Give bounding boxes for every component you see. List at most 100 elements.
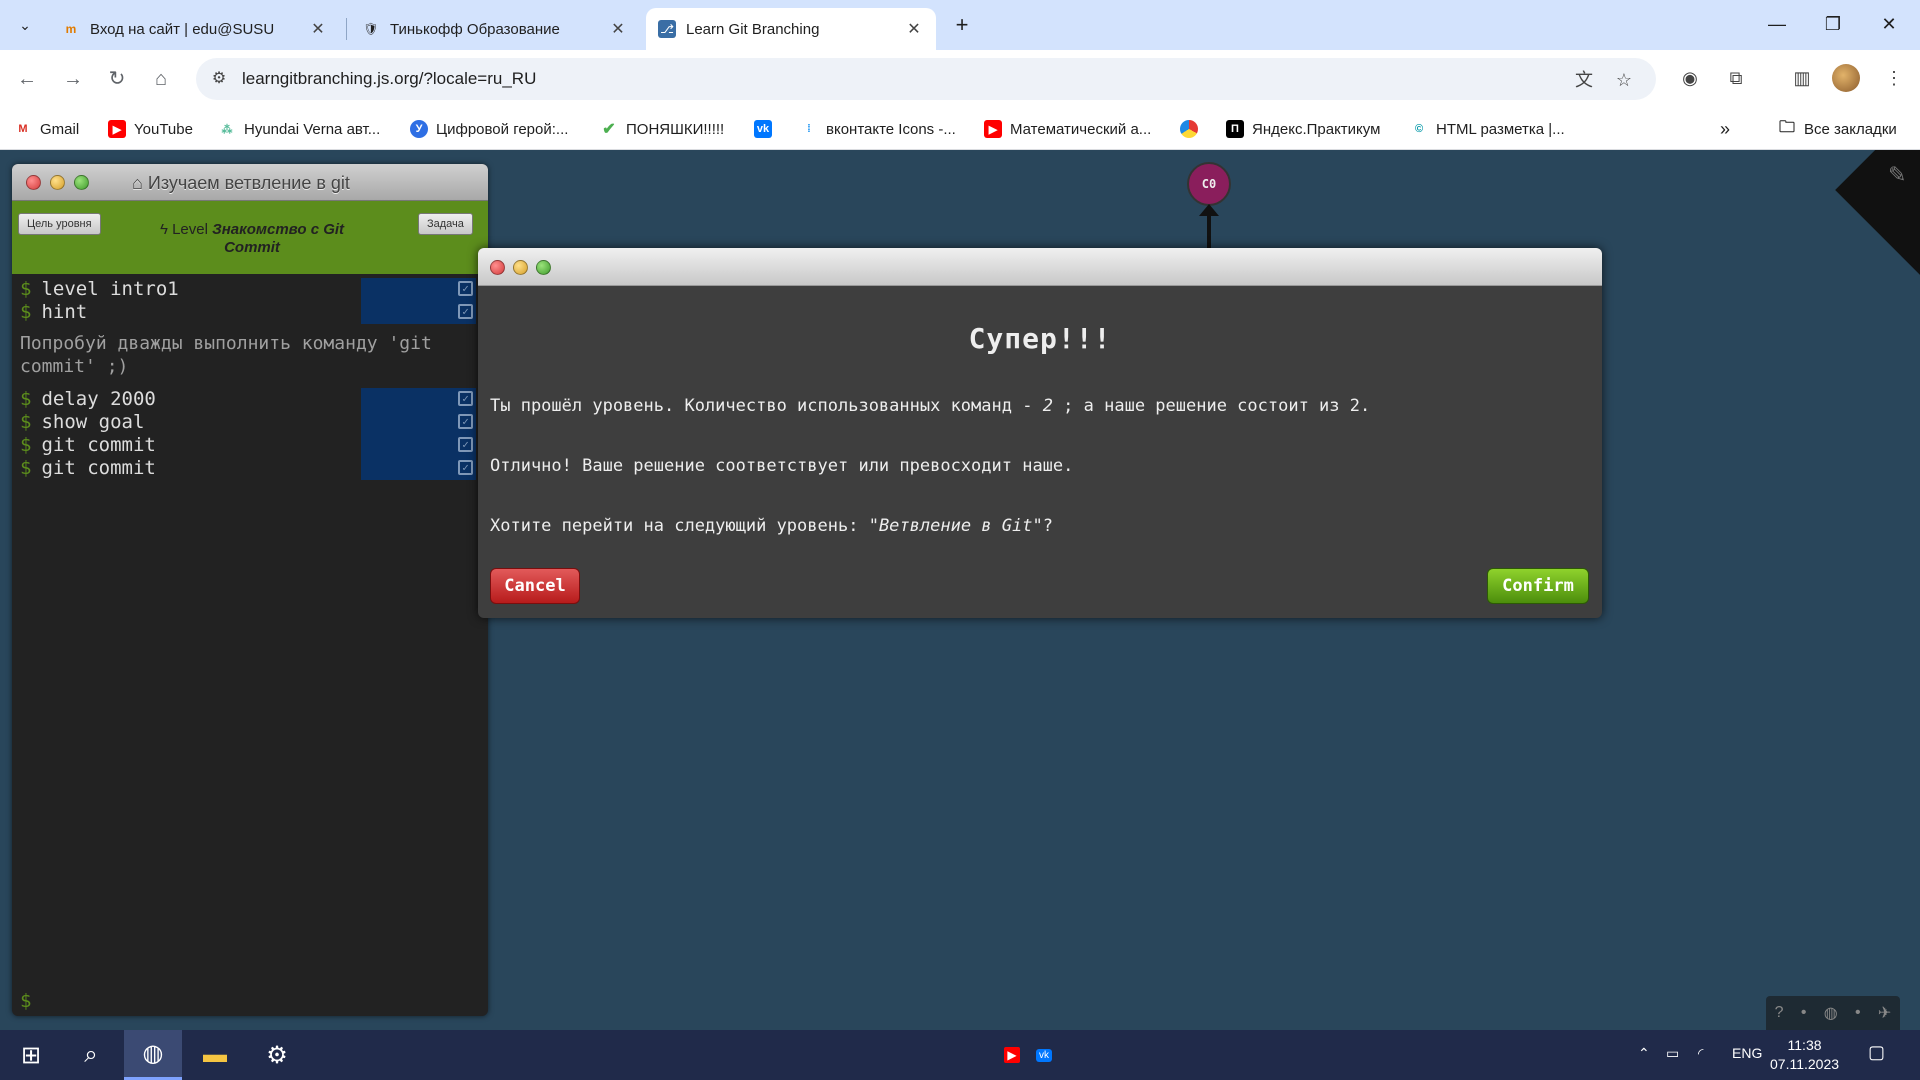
new-tab-button[interactable]: +: [948, 12, 976, 40]
extensions-puzzle-icon[interactable]: ⧉: [1722, 64, 1750, 92]
tray-chevron-icon[interactable]: ⌃: [1638, 1045, 1650, 1062]
address-bar[interactable]: ⚙ learngitbranching.js.org/?locale=ru_RU…: [196, 58, 1656, 100]
cancel-button[interactable]: Cancel: [490, 568, 580, 604]
translate-icon[interactable]: 文: [1572, 68, 1596, 92]
minimize-icon[interactable]: —: [1754, 10, 1800, 38]
youtube-tray-icon[interactable]: ▶: [1000, 1030, 1024, 1080]
terminal-input-prompt[interactable]: $: [20, 990, 31, 1012]
bookmark-cyber-hero[interactable]: У Цифровой герой:...: [410, 116, 568, 142]
separator-dot: •: [1855, 1004, 1861, 1021]
menu-dots-icon[interactable]: ⋮: [1880, 64, 1908, 92]
site-info-icon[interactable]: ⚙: [208, 68, 230, 90]
helper-bar: ? • ◍ • ✈: [1766, 996, 1900, 1030]
all-bookmarks[interactable]: 🗀 Все закладки: [1778, 116, 1897, 142]
bookmarks-bar: M Gmail ▶ YouTube ⁂ Hyundai Verna авт...…: [0, 108, 1920, 150]
vk-tray-icon[interactable]: vk: [1032, 1030, 1056, 1080]
globe-icon[interactable]: ◍: [1824, 1003, 1838, 1023]
tab-tinkoff[interactable]: 🛡 Тинькофф Образование ✕: [350, 8, 640, 50]
close-tab-icon[interactable]: ✕: [904, 19, 924, 39]
bookmark-math[interactable]: ▶ Математический а...: [984, 116, 1151, 142]
side-panel-icon[interactable]: ▥: [1788, 64, 1816, 92]
git-branching-icon: ⎇: [658, 20, 676, 38]
terminal-close-icon[interactable]: [26, 175, 41, 190]
tab-separator: [346, 18, 347, 40]
help-icon[interactable]: ?: [1775, 1004, 1784, 1022]
restore-icon[interactable]: ❐: [1810, 10, 1856, 38]
level-goal-button[interactable]: Цель уровня: [18, 213, 101, 235]
hint-text: Попробуй дважды выполнить команду 'git c…: [20, 333, 432, 377]
bookmark-html[interactable]: © HTML разметка |...: [1410, 116, 1565, 142]
back-icon[interactable]: ←: [12, 64, 42, 94]
forward-icon[interactable]: →: [58, 64, 88, 94]
windows-start-icon[interactable]: ⊞: [2, 1030, 60, 1080]
folder-icon: 🗀: [1778, 118, 1795, 136]
praktikum-icon: П: [1226, 120, 1244, 138]
notification-icon[interactable]: ▢: [1868, 1042, 1885, 1063]
bookmark-vk[interactable]: vk: [754, 116, 780, 142]
language-indicator[interactable]: ENG: [1732, 1045, 1762, 1061]
prompt-symbol: $: [20, 411, 32, 433]
dialog-body: Супер!!! Ты прошёл уровень. Количество и…: [478, 286, 1602, 536]
bookmark-star-icon[interactable]: ☆: [1612, 68, 1636, 92]
profile-avatar[interactable]: [1832, 64, 1860, 92]
level-title: ϟ Level Знакомство с Git Commit: [159, 221, 345, 256]
prompt-symbol: $: [20, 434, 32, 456]
tab-learn-git-branching[interactable]: ⎇ Learn Git Branching ✕: [646, 8, 936, 50]
tab-search-chevron-icon[interactable]: ⌄: [10, 12, 40, 38]
close-tab-icon[interactable]: ✕: [608, 19, 628, 39]
dialog-next-level-text: Хотите перейти на следующий уровень: "Ве…: [490, 516, 1053, 536]
bookmark-youtube[interactable]: ▶ YouTube: [108, 116, 193, 142]
bookmark-label: Математический а...: [1010, 120, 1152, 138]
bookmark-circle[interactable]: [1180, 116, 1206, 142]
confirm-button[interactable]: Confirm: [1487, 568, 1589, 604]
tab-title: Вход на сайт | edu@SUSU: [90, 20, 275, 38]
prompt-symbol: $: [20, 457, 32, 479]
command-text: git commit: [41, 434, 156, 456]
prompt-symbol: $: [20, 278, 32, 300]
dialog-close-icon[interactable]: [490, 260, 505, 275]
bookmark-ponyashki[interactable]: ✔ ПОНЯШКИ!!!!!: [600, 116, 724, 142]
bookmark-vk-icons[interactable]: ⁞ вконтакте Icons -...: [800, 116, 956, 142]
level-name: Знакомство с Git Commit: [212, 221, 345, 256]
bookmark-hyundai[interactable]: ⁂ Hyundai Verna авт...: [218, 116, 381, 142]
commit-node-c0[interactable]: C0: [1187, 162, 1231, 206]
terminal-minimize-icon[interactable]: [50, 175, 65, 190]
bookmark-gmail[interactable]: M Gmail: [14, 116, 79, 142]
github-corner-ribbon[interactable]: [1835, 150, 1920, 275]
dialog-maximize-icon[interactable]: [536, 260, 551, 275]
terminal-maximize-icon[interactable]: [74, 175, 89, 190]
steam-icon[interactable]: ⚙: [248, 1030, 306, 1080]
all-bookmarks-label: Все закладки: [1804, 120, 1897, 138]
clock[interactable]: 11:38 07.11.2023: [1770, 1036, 1839, 1074]
extension-shield-icon[interactable]: ◉: [1676, 64, 1704, 92]
wifi-icon[interactable]: ◜: [1698, 1045, 1703, 1062]
file-explorer-icon[interactable]: ▬: [186, 1030, 244, 1080]
bookmark-praktikum[interactable]: П Яндекс.Практикум: [1226, 116, 1380, 142]
home-icon: ⌂: [132, 173, 148, 193]
command-text: show goal: [41, 411, 145, 433]
search-icon[interactable]: ⌕: [62, 1030, 120, 1080]
reload-icon[interactable]: ↻: [102, 64, 132, 94]
twitter-icon[interactable]: ✈: [1878, 1003, 1891, 1023]
task-button[interactable]: Задача: [418, 213, 473, 235]
page-content: ⌂ Изучаем ветвление в git Цель уровня ϟ …: [0, 150, 1920, 1030]
bookmarks-overflow-icon[interactable]: »: [1720, 116, 1730, 142]
bookmark-label: Яндекс.Практикум: [1252, 120, 1381, 138]
tab-susu[interactable]: m Вход на сайт | edu@SUSU ✕: [50, 8, 340, 50]
terminal-title: ⌂ Изучаем ветвление в git: [132, 173, 350, 193]
tab-title: Тинькофф Образование: [390, 20, 560, 38]
prompt-symbol: $: [20, 388, 32, 410]
terminal-output: $ level intro1 ✓ $ hint ✓ Попробуй дважды …: [12, 278, 488, 480]
close-tab-icon[interactable]: ✕: [308, 19, 328, 39]
close-window-icon[interactable]: ✕: [1866, 10, 1912, 38]
terminal-titlebar: ⌂ Изучаем ветвление в git: [12, 164, 488, 201]
checkbox-icon: ✓: [458, 437, 473, 452]
bookmark-label: Hyundai Verna авт...: [244, 120, 381, 138]
gmail-icon: M: [18, 123, 28, 135]
github-octocat-icon[interactable]: ✎: [1888, 162, 1906, 188]
home-icon[interactable]: ⌂: [146, 64, 176, 94]
dialog-minimize-icon[interactable]: [513, 260, 528, 275]
chrome-taskbar-icon[interactable]: ◍: [124, 1030, 182, 1080]
battery-icon[interactable]: ▭: [1666, 1045, 1679, 1062]
cyber-hero-icon: У: [410, 120, 428, 138]
